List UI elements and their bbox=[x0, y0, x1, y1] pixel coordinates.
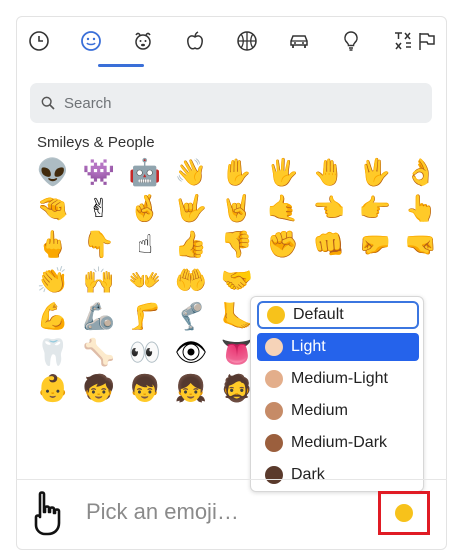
emoji-cell[interactable]: ☝ bbox=[122, 227, 168, 263]
tone-option-label: Light bbox=[291, 338, 326, 355]
section-title: Smileys & People bbox=[37, 134, 155, 151]
tone-option-dark[interactable]: Dark bbox=[257, 461, 419, 489]
tone-option-label: Medium-Dark bbox=[291, 434, 388, 451]
tone-swatch-icon bbox=[267, 306, 285, 324]
skin-tone-menu: Default Light Medium-Light Medium Medium-Dar… bbox=[250, 296, 424, 492]
emoji-cell[interactable]: 👏 bbox=[30, 263, 76, 299]
emoji-cell[interactable]: 👦 bbox=[122, 371, 168, 407]
tone-swatch-icon bbox=[265, 338, 283, 356]
tone-swatch-icon bbox=[265, 466, 283, 484]
emoji-cell[interactable]: 🤝 bbox=[214, 263, 260, 299]
tone-option-light[interactable]: Light bbox=[257, 333, 419, 361]
emoji-cell[interactable]: 🖖 bbox=[352, 155, 398, 191]
search-input[interactable] bbox=[64, 94, 404, 112]
category-tab-smileys[interactable] bbox=[76, 26, 106, 56]
tone-swatch-icon bbox=[265, 402, 283, 420]
emoji-cell[interactable]: 🖐 bbox=[260, 155, 306, 191]
travel-icon bbox=[290, 35, 308, 48]
tone-option-medium-light[interactable]: Medium-Light bbox=[257, 365, 419, 393]
emoji-cell[interactable]: 👐 bbox=[122, 263, 168, 299]
search-icon bbox=[41, 96, 55, 110]
emoji-cell[interactable]: 👀 bbox=[122, 335, 168, 371]
emoji-cell[interactable]: 🤙 bbox=[260, 191, 306, 227]
tone-option-label: Default bbox=[293, 306, 344, 323]
food-icon bbox=[187, 31, 203, 50]
emoji-cell[interactable]: 👾 bbox=[76, 155, 122, 191]
emoji-cell[interactable]: 🤚 bbox=[306, 155, 352, 191]
emoji-cell[interactable]: 💪 bbox=[30, 299, 76, 335]
emoji-cell[interactable]: 🤘 bbox=[214, 191, 260, 227]
emoji-cell[interactable]: 🦴 bbox=[76, 335, 122, 371]
current-tone-dot bbox=[395, 504, 413, 522]
emoji-cell[interactable]: 🤜 bbox=[398, 227, 444, 263]
emoji-cell[interactable]: 👆 bbox=[398, 191, 444, 227]
emoji-cell bbox=[398, 263, 444, 299]
active-tab-indicator bbox=[98, 64, 144, 67]
emoji-cell[interactable]: 🤏 bbox=[30, 191, 76, 227]
emoji-cell[interactable]: 👁 bbox=[168, 335, 214, 371]
flags-icon bbox=[419, 33, 435, 50]
emoji-cell bbox=[352, 263, 398, 299]
tone-option-label: Dark bbox=[291, 466, 325, 483]
emoji-cell[interactable]: 🤞 bbox=[122, 191, 168, 227]
skin-tone-toggle-button[interactable] bbox=[378, 491, 430, 535]
emoji-cell[interactable]: 🦵 bbox=[122, 299, 168, 335]
emoji-cell[interactable]: 🙌 bbox=[76, 263, 122, 299]
tone-option-medium[interactable]: Medium bbox=[257, 397, 419, 425]
emoji-cell[interactable]: 👌 bbox=[398, 155, 444, 191]
emoji-cell[interactable]: 🦿 bbox=[168, 299, 214, 335]
emoji-cell[interactable]: 🦷 bbox=[30, 335, 76, 371]
tone-option-label: Medium-Light bbox=[291, 370, 388, 387]
emoji-cell[interactable]: 👉 bbox=[352, 191, 398, 227]
search-box[interactable] bbox=[30, 83, 432, 123]
emoji-cell[interactable]: 👇 bbox=[76, 227, 122, 263]
emoji-cell bbox=[260, 263, 306, 299]
tone-swatch-icon bbox=[265, 434, 283, 452]
category-tab-recent[interactable] bbox=[24, 26, 54, 56]
tone-option-medium-dark[interactable]: Medium-Dark bbox=[257, 429, 419, 457]
emoji-cell[interactable]: 👊 bbox=[306, 227, 352, 263]
category-tab-food[interactable] bbox=[180, 26, 210, 56]
emoji-cell[interactable]: 👶 bbox=[30, 371, 76, 407]
animal-icon bbox=[135, 32, 151, 50]
emoji-cell[interactable]: 👽 bbox=[30, 155, 76, 191]
tone-swatch-icon bbox=[265, 370, 283, 388]
emoji-cell[interactable]: ✊ bbox=[260, 227, 306, 263]
emoji-cell[interactable]: 🤲 bbox=[168, 263, 214, 299]
footer-divider bbox=[16, 479, 447, 480]
emoji-cell[interactable]: 🖕 bbox=[30, 227, 76, 263]
category-tab-travel[interactable] bbox=[284, 26, 314, 56]
emoji-cell[interactable]: 👋 bbox=[168, 155, 214, 191]
emoji-cell[interactable]: 🤖 bbox=[122, 155, 168, 191]
tone-option-default[interactable]: Default bbox=[257, 301, 419, 329]
emoji-cell[interactable]: 👍 bbox=[168, 227, 214, 263]
emoji-cell[interactable]: 👧 bbox=[168, 371, 214, 407]
emoji-cell bbox=[306, 263, 352, 299]
category-bar bbox=[24, 26, 435, 67]
emoji-cell[interactable]: 🤟 bbox=[168, 191, 214, 227]
activity-icon bbox=[237, 31, 257, 51]
footer-placeholder: Pick an emoji… bbox=[86, 499, 239, 524]
emoji-cell[interactable]: 🤛 bbox=[352, 227, 398, 263]
emoji-cell[interactable]: 🧒 bbox=[76, 371, 122, 407]
emoji-cell[interactable]: 👈 bbox=[306, 191, 352, 227]
smiley-icon bbox=[81, 31, 101, 51]
recent-icon bbox=[29, 31, 49, 51]
category-tab-activity[interactable] bbox=[232, 26, 262, 56]
category-tab-animals[interactable] bbox=[128, 26, 158, 56]
emoji-cell[interactable]: 👎 bbox=[214, 227, 260, 263]
pointing-up-hand-icon bbox=[24, 490, 66, 538]
category-tab-objects[interactable] bbox=[336, 26, 366, 56]
category-tab-flags[interactable] bbox=[412, 26, 442, 56]
emoji-cell[interactable]: ✌ bbox=[76, 191, 122, 227]
objects-icon bbox=[344, 31, 358, 51]
tone-option-label: Medium bbox=[291, 402, 348, 419]
emoji-cell[interactable]: ✋ bbox=[214, 155, 260, 191]
emoji-cell[interactable]: 🦾 bbox=[76, 299, 122, 335]
